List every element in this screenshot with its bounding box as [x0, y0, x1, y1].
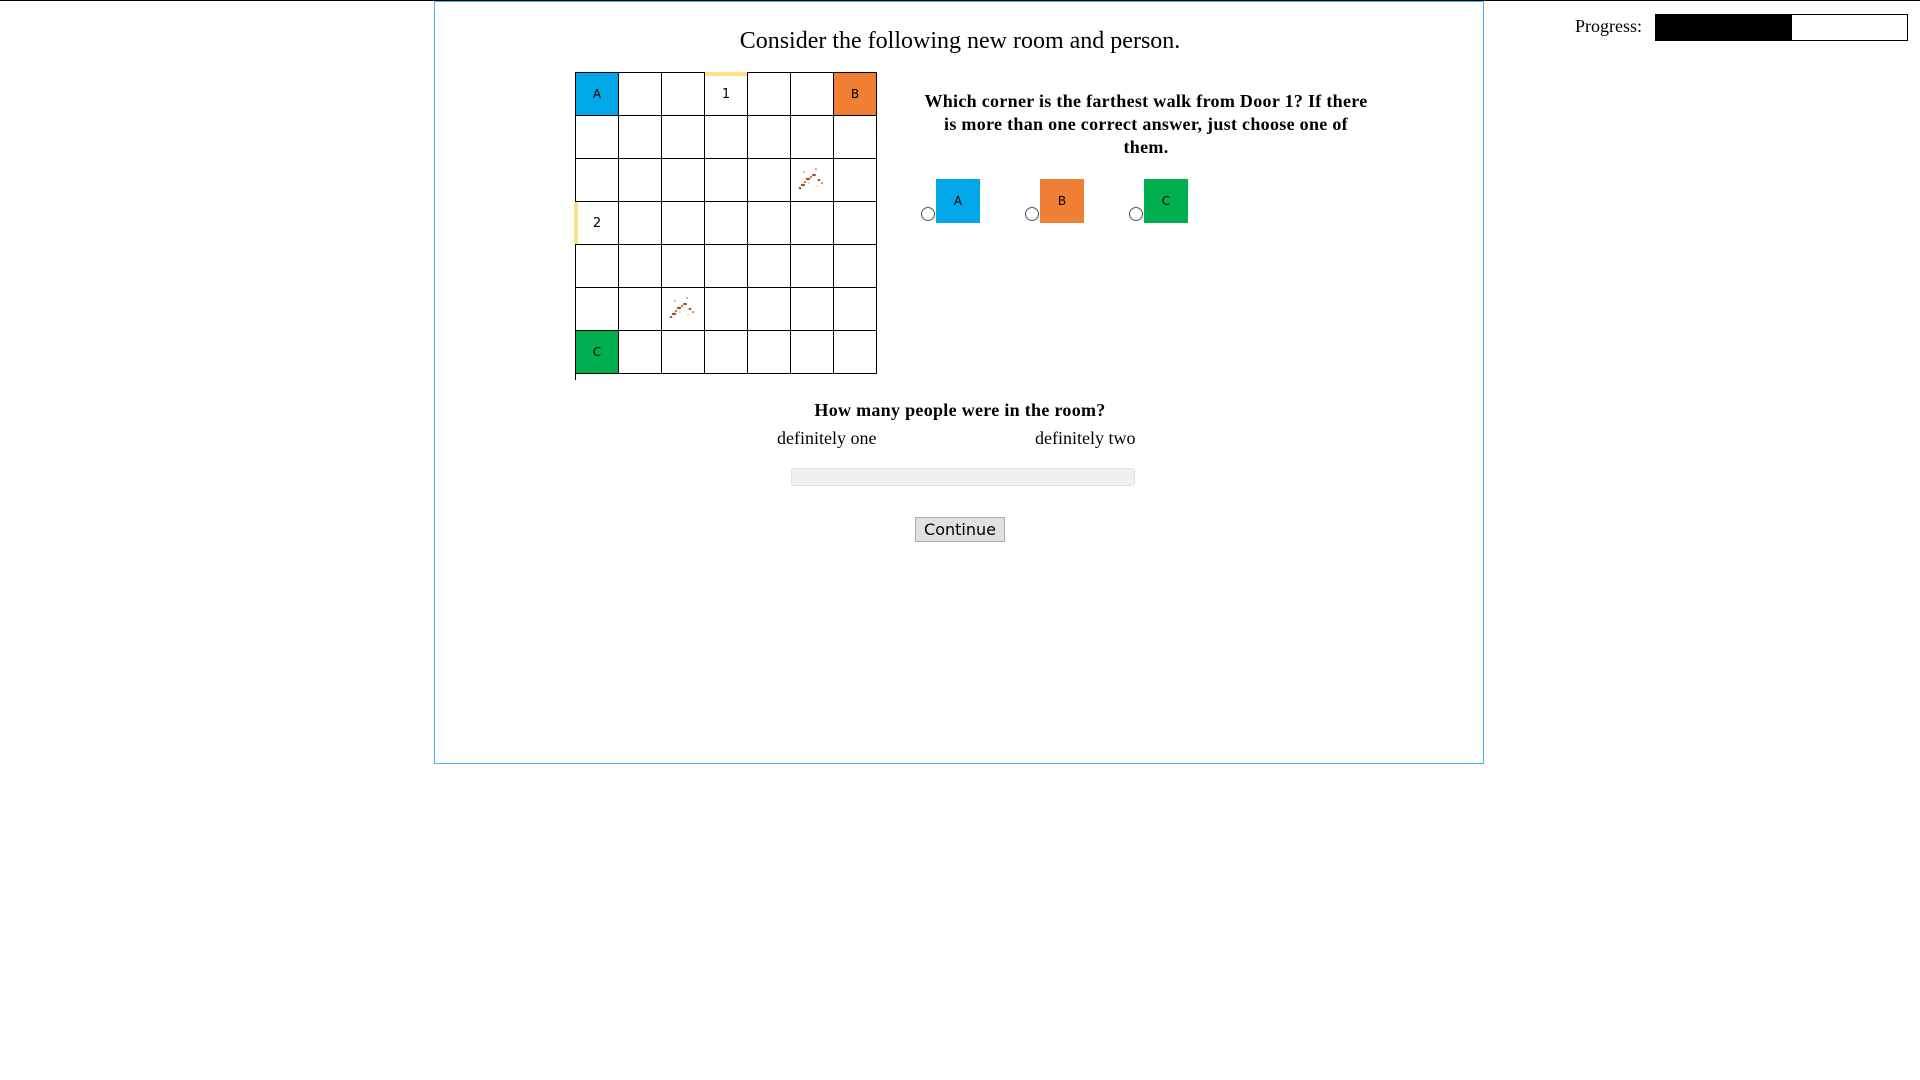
footprints-icon [795, 161, 829, 199]
grid-cell [748, 288, 791, 331]
people-slider[interactable] [791, 468, 1135, 486]
corner-c: C [576, 331, 619, 374]
grid-cell [619, 116, 662, 159]
grid-cell [662, 116, 705, 159]
grid-cell [748, 245, 791, 288]
slider-right-label: definitely two [1035, 428, 1136, 448]
room-grid: A 1 B 2 C [574, 72, 877, 380]
grid-cell [576, 288, 619, 331]
grid-cell [705, 116, 748, 159]
grid-cell [791, 73, 834, 116]
footprints-cell [662, 288, 705, 331]
footprints-cell [791, 159, 834, 202]
grid-cell [705, 288, 748, 331]
grid-cell [619, 202, 662, 245]
grid-cell [705, 159, 748, 202]
grid-cell [791, 331, 834, 374]
grid-cell [619, 331, 662, 374]
option-c-radio[interactable] [1129, 207, 1143, 221]
grid-cell [662, 73, 705, 116]
grid-cell [576, 245, 619, 288]
progress-bar [1655, 14, 1908, 41]
grid-cell [619, 159, 662, 202]
grid-cell [705, 245, 748, 288]
door-2: 2 [574, 202, 619, 245]
grid-cell [791, 288, 834, 331]
corner-b: B [834, 73, 877, 116]
continue-button[interactable]: Continue [915, 517, 1005, 542]
option-a-radio[interactable] [921, 207, 935, 221]
task-frame: Consider the following new room and pers… [434, 1, 1484, 764]
grid-cell [834, 116, 877, 159]
grid-cell [791, 116, 834, 159]
door-1: 1 [705, 72, 748, 116]
slider-left-label: definitely one [777, 428, 877, 448]
grid-cell [791, 202, 834, 245]
grid-cell [748, 159, 791, 202]
grid-cell [834, 159, 877, 202]
option-b-radio[interactable] [1025, 207, 1039, 221]
grid-cell [705, 331, 748, 374]
grid-cell [619, 73, 662, 116]
progress-label: Progress: [1575, 16, 1642, 36]
option-a-swatch[interactable]: A [936, 179, 980, 223]
page-title: Consider the following new room and pers… [739, 28, 1181, 54]
grid-cell [705, 202, 748, 245]
grid-cell [748, 202, 791, 245]
progress-fill [1656, 15, 1792, 40]
people-question: How many people were in the room? [814, 400, 1106, 420]
grid-cell [662, 245, 705, 288]
footprints-icon [666, 290, 700, 328]
corner-question: Which corner is the farthest walk from D… [924, 91, 1368, 157]
grid-cell [834, 288, 877, 331]
grid-cell [662, 331, 705, 374]
grid-cell [834, 202, 877, 245]
grid-cell [748, 73, 791, 116]
grid-cell [576, 116, 619, 159]
grid-cell [662, 159, 705, 202]
grid-cell [791, 245, 834, 288]
grid-cell [834, 331, 877, 374]
grid-cell [619, 288, 662, 331]
grid-cell [834, 245, 877, 288]
grid-cell [662, 202, 705, 245]
option-b-swatch[interactable]: B [1040, 179, 1084, 223]
corner-a: A [576, 73, 619, 116]
grid-cell [748, 116, 791, 159]
option-c-swatch[interactable]: C [1144, 179, 1188, 223]
grid-cell [619, 245, 662, 288]
grid-cell [748, 331, 791, 374]
grid-cell [576, 159, 619, 202]
